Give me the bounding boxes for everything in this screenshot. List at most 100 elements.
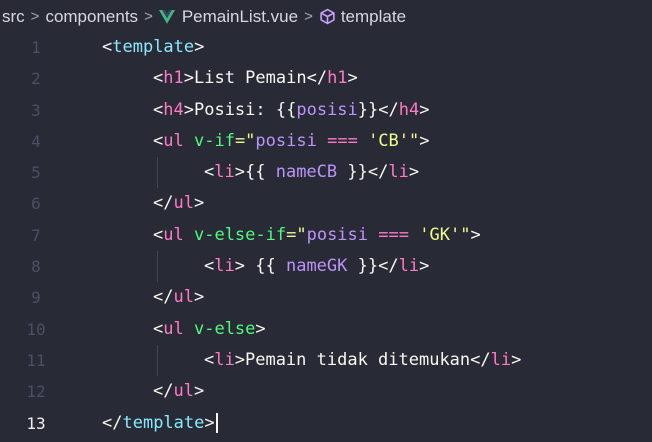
code-token: h1: [163, 68, 184, 89]
line-number-text: 3: [31, 100, 41, 120]
line-number: 12: [0, 376, 60, 407]
code-token: nameCB: [275, 162, 338, 183]
vue-icon: [158, 9, 175, 24]
line-number: 13: [0, 408, 60, 439]
code-line-content: <h4>Posisi: {{posisi}}</h4>: [153, 95, 429, 126]
code-line[interactable]: 6 </ul>: [0, 188, 652, 219]
code-token: {{: [244, 162, 266, 183]
code-token: {{: [275, 99, 297, 120]
code-token: nameGK: [285, 256, 348, 277]
code-line[interactable]: 13 </template>: [0, 408, 652, 439]
breadcrumb-item-src[interactable]: src: [2, 7, 25, 27]
code-token: ul: [173, 381, 194, 402]
code-line-content: <li> {{ nameGK }}</li>: [204, 251, 429, 282]
code-token: Posisi:: [193, 99, 276, 120]
code-token: >: [511, 349, 522, 370]
code-token: template: [112, 37, 195, 57]
breadcrumb-label: src: [2, 6, 25, 26]
code-line-content: <ul v-if="posisi === 'CB'">: [153, 126, 430, 157]
code-line[interactable]: 7 <ul v-else-if="posisi === 'GK'">: [0, 220, 652, 251]
line-number: 4: [0, 126, 60, 157]
code-token: h1: [327, 68, 348, 89]
chevron-right-icon: >: [304, 8, 313, 25]
code-line[interactable]: 5 <li>{{ nameCB }}</li>: [0, 157, 652, 189]
line-number-text: 11: [26, 350, 46, 370]
code-token: }}: [357, 256, 379, 277]
breadcrumb-item-symbol[interactable]: template: [319, 7, 406, 27]
code-token: >: [347, 68, 358, 89]
code-token: {{: [255, 256, 276, 277]
code-token: >: [193, 193, 205, 214]
code-token: v-else: [193, 318, 256, 339]
code-line[interactable]: 3 <h4>Posisi: {{posisi}}</h4>: [0, 95, 652, 126]
code-token: >: [183, 68, 194, 89]
indent-guide: [157, 157, 158, 189]
line-number-text: 9: [31, 288, 41, 308]
code-token: <: [153, 318, 164, 339]
code-line[interactable]: 12 </ul>: [0, 376, 652, 407]
code-token: posisi: [296, 99, 358, 120]
line-number: 1: [0, 32, 60, 63]
code-token: <: [102, 37, 113, 57]
code-line-content: <h1>List Pemain</h1>: [153, 63, 358, 94]
code-token: </: [153, 193, 174, 214]
line-number: 7: [0, 220, 60, 251]
code-line-content: </ul>: [153, 376, 204, 407]
line-number-text: 4: [31, 131, 41, 151]
code-line-content: <template>: [102, 32, 204, 63]
breadcrumb: src > components > PemainList.vue > temp…: [0, 0, 652, 33]
code-line[interactable]: 9 </ul>: [0, 282, 652, 313]
code-line[interactable]: 10 <ul v-else>: [0, 314, 652, 345]
code-token: >: [419, 99, 430, 120]
line-number: 3: [0, 95, 60, 126]
code-line-content: <ul v-else-if="posisi === 'GK'">: [153, 220, 481, 251]
line-number-text: 10: [26, 319, 46, 339]
code-editor[interactable]: src > components > PemainList.vue > temp…: [0, 0, 652, 442]
code-token: List Pemain: [193, 68, 307, 89]
code-token: =": [286, 224, 307, 245]
code-token: li: [388, 162, 409, 183]
line-number-text: 2: [31, 69, 41, 89]
indent-guide: [157, 251, 158, 283]
code-token: posisi: [255, 130, 317, 151]
code-token: >: [193, 287, 205, 308]
breadcrumb-label: components: [45, 6, 139, 26]
code-token: ul: [163, 318, 184, 339]
code-token: ": [460, 224, 471, 245]
chevron-right-icon: >: [30, 8, 40, 25]
code-token: <: [153, 99, 164, 120]
breadcrumb-item-components[interactable]: components: [45, 7, 138, 27]
line-number-text: 6: [31, 194, 41, 214]
code-line[interactable]: 4 <ul v-if="posisi === 'CB'">: [0, 126, 652, 157]
code-token: }}: [357, 99, 379, 120]
code-token: posisi: [306, 224, 369, 245]
line-number-text: 5: [31, 163, 41, 183]
code-token: ===: [378, 224, 409, 245]
breadcrumb-item-file[interactable]: PemainList.vue: [158, 7, 298, 27]
code-token: >: [204, 412, 215, 433]
line-number: 8: [0, 251, 60, 282]
code-token: >: [419, 256, 430, 277]
breadcrumb-label: template: [340, 6, 407, 26]
code-token: </: [102, 412, 123, 433]
code-line[interactable]: 11 <li>Pemain tidak ditemukan</li>: [0, 344, 652, 377]
code-line[interactable]: 2 <h1>List Pemain</h1>: [0, 63, 652, 94]
code-line[interactable]: 1 <template>: [0, 32, 652, 63]
code-token: >: [255, 318, 266, 339]
code-token: li: [398, 256, 420, 277]
code-line-content: <ul v-else>: [153, 314, 266, 345]
code-token: li: [214, 256, 235, 277]
code-line[interactable]: 8 <li> {{ nameGK }}</li>: [0, 251, 652, 283]
code-token: li: [490, 349, 512, 370]
code-area[interactable]: 1 <template> 2 <h1>List Pemain</h1> 3 <h4>Pos…: [0, 32, 652, 439]
line-number: 9: [0, 282, 60, 313]
code-line-content: </ul>: [153, 188, 204, 219]
code-token: Pemain tidak ditemukan: [244, 349, 471, 370]
